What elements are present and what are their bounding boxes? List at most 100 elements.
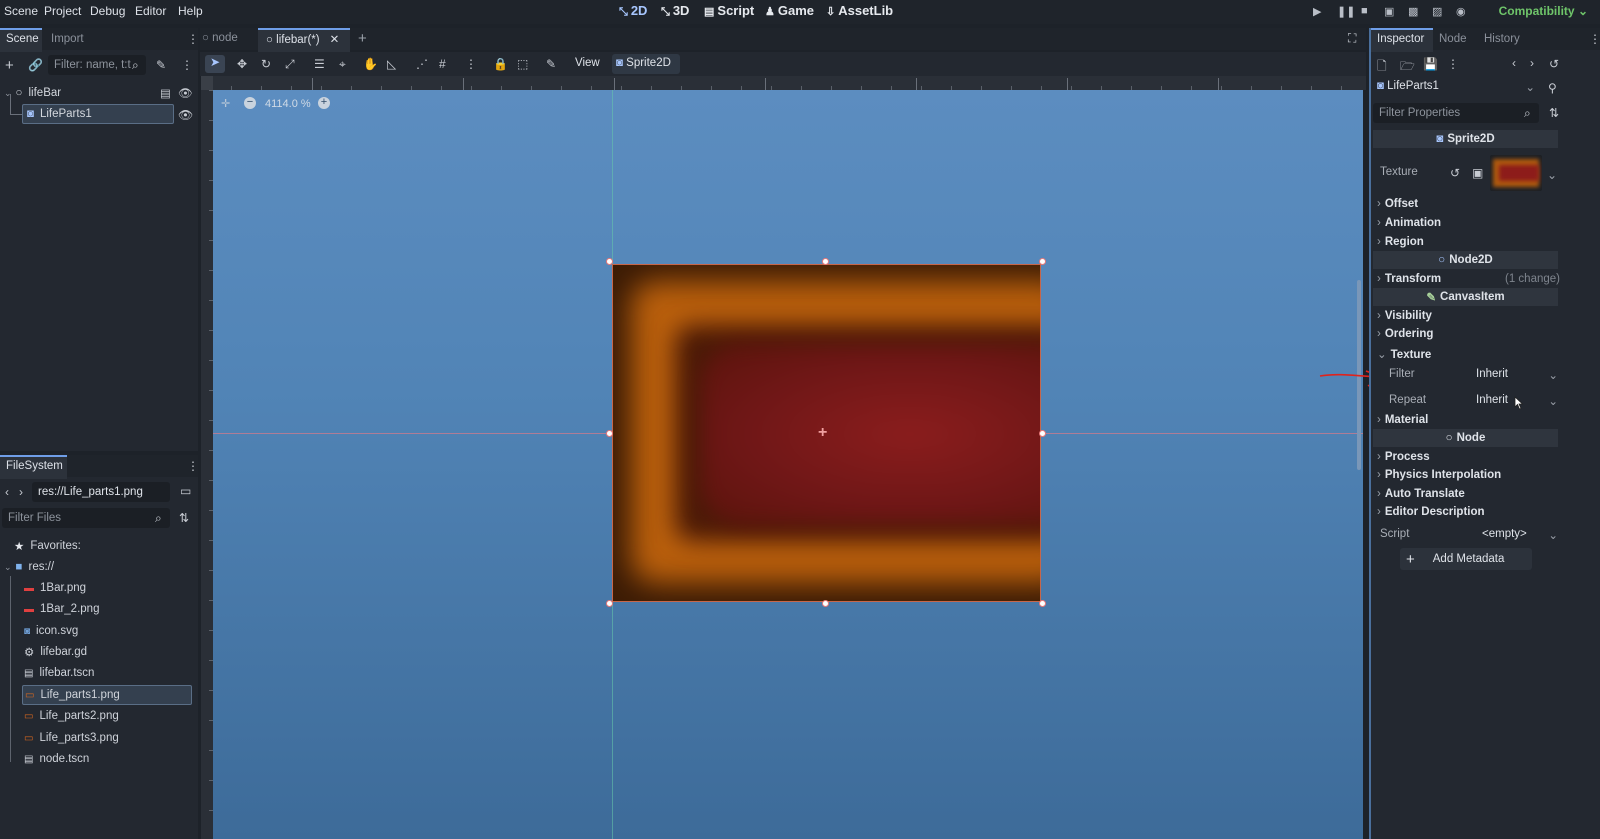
- resize-handle[interactable]: [1039, 430, 1046, 437]
- ruler-icon[interactable]: ◺: [387, 57, 396, 71]
- sort-icon[interactable]: ⇅: [179, 511, 189, 525]
- file-item[interactable]: ◙ icon.svg: [24, 621, 78, 641]
- group-icon[interactable]: ⬚: [517, 57, 528, 71]
- rotate-mode-icon[interactable]: ↻: [261, 57, 271, 71]
- forward-arrow-icon[interactable]: ›: [19, 485, 23, 499]
- pan-icon[interactable]: ✋: [363, 57, 378, 71]
- resize-handle[interactable]: [1039, 600, 1046, 607]
- group-offset[interactable]: › Offset: [1377, 198, 1418, 210]
- editor-tab-node[interactable]: ○ node: [202, 32, 238, 44]
- zoom-out-icon[interactable]: −: [244, 97, 256, 109]
- tree-item-lifebar[interactable]: ⌄ ○ lifeBar ▤ 👁: [4, 83, 194, 103]
- group-region[interactable]: › Region: [1377, 236, 1424, 248]
- play-icon[interactable]: ▶: [1313, 5, 1327, 19]
- group-auto-translate[interactable]: › Auto Translate: [1377, 488, 1465, 500]
- move-mode-icon[interactable]: ✥: [237, 57, 247, 71]
- zoom-level[interactable]: 4114.0 %: [265, 98, 311, 110]
- smart-snap-icon[interactable]: ⋰: [416, 57, 428, 71]
- center-view-icon[interactable]: ✛: [221, 97, 230, 110]
- back-arrow-icon[interactable]: ‹: [5, 485, 9, 499]
- bone-icon[interactable]: ✎: [546, 57, 556, 71]
- close-icon[interactable]: ✕: [330, 34, 340, 46]
- group-texture[interactable]: ⌄ Texture: [1377, 347, 1431, 361]
- tab-filesystem[interactable]: FileSystem: [6, 460, 63, 472]
- view-menu-button[interactable]: View: [575, 57, 600, 69]
- menu-debug[interactable]: Debug: [90, 4, 125, 18]
- script-attached-icon[interactable]: ▤: [160, 86, 171, 100]
- path-field[interactable]: res://Life_parts1.png: [32, 482, 170, 502]
- filter-files-input[interactable]: Filter Files: [2, 508, 170, 528]
- property-options-icon[interactable]: ⇅: [1549, 106, 1559, 120]
- sprite2d-menu-button[interactable]: ◙ Sprite2D: [612, 54, 680, 74]
- editor-tab-lifebar[interactable]: ○ lifebar(*) ✕: [266, 32, 339, 46]
- remote-debug-icon[interactable]: ▣: [1384, 5, 1398, 19]
- workspace-script-button[interactable]: ▤ Script: [704, 3, 754, 18]
- lock-icon[interactable]: 🔒: [493, 57, 508, 71]
- favorites-item[interactable]: ★ Favorites:: [14, 536, 81, 556]
- add-node-icon[interactable]: +: [5, 57, 14, 74]
- group-process[interactable]: › Process: [1377, 451, 1430, 463]
- history-back-icon[interactable]: ‹: [1512, 56, 1516, 70]
- group-visibility[interactable]: › Visibility: [1377, 310, 1432, 322]
- object-history-icon[interactable]: ↺: [1549, 57, 1559, 71]
- toggle-split-icon[interactable]: ▭: [180, 484, 191, 498]
- group-animation[interactable]: › Animation: [1377, 217, 1441, 229]
- object-selector[interactable]: ◙ LifeParts1 ⌄: [1373, 78, 1539, 98]
- zoom-in-icon[interactable]: +: [318, 97, 330, 109]
- section-node[interactable]: ○ Node: [1373, 429, 1558, 447]
- tab-scene[interactable]: Scene: [6, 33, 39, 45]
- section-canvasitem[interactable]: ✎ CanvasItem: [1373, 288, 1558, 306]
- workspace-game-button[interactable]: ♟ Game: [765, 3, 814, 18]
- res-root-item[interactable]: ⌄ ■ res://: [4, 557, 54, 577]
- group-physics-interpolation[interactable]: › Physics Interpolation: [1377, 469, 1501, 481]
- texture-edit-icon[interactable]: ▣: [1472, 166, 1483, 180]
- file-item[interactable]: ▬ 1Bar_2.png: [24, 599, 99, 619]
- file-item[interactable]: ▭ Life_parts2.png: [24, 706, 119, 726]
- play-custom-scene-icon[interactable]: ▨: [1432, 5, 1446, 19]
- tab-import[interactable]: Import: [51, 33, 84, 45]
- pause-icon[interactable]: ❚❚: [1337, 5, 1355, 19]
- texture-preview[interactable]: [1490, 155, 1542, 191]
- file-item[interactable]: ▤ node.tscn: [24, 749, 89, 769]
- group-editor-description[interactable]: › Editor Description: [1377, 506, 1485, 518]
- chevron-down-icon[interactable]: ⌄: [1547, 168, 1557, 182]
- save-resource-icon[interactable]: 💾: [1423, 57, 1438, 71]
- load-resource-icon[interactable]: 🗁: [1400, 57, 1415, 78]
- resize-handle[interactable]: [822, 258, 829, 265]
- workspace-2d-button[interactable]: ⤡ 2D: [619, 3, 647, 19]
- dock-menu-icon[interactable]: ⋮: [187, 32, 199, 46]
- menu-project[interactable]: Project: [44, 4, 81, 18]
- group-transform[interactable]: › Transform (1 change): [1377, 273, 1560, 285]
- resize-handle[interactable]: [1039, 258, 1046, 265]
- tab-history[interactable]: History: [1484, 33, 1520, 45]
- resize-handle[interactable]: [606, 258, 613, 265]
- add-tab-icon[interactable]: +: [358, 30, 367, 47]
- section-node2d[interactable]: ○ Node2D: [1373, 251, 1558, 269]
- attach-script-icon[interactable]: ✎: [156, 58, 166, 72]
- tab-node[interactable]: Node: [1439, 33, 1467, 45]
- list-select-icon[interactable]: ☰: [314, 57, 325, 71]
- workspace-3d-button[interactable]: ⤡ 3D: [661, 3, 689, 19]
- stop-icon[interactable]: ■: [1361, 5, 1375, 19]
- file-item[interactable]: ▭ Life_parts1.png: [22, 685, 192, 705]
- node-info-icon[interactable]: ⚲: [1548, 81, 1557, 95]
- filter-dropdown[interactable]: Inherit ⌄: [1472, 365, 1560, 385]
- pivot-icon[interactable]: ⌖: [339, 57, 346, 72]
- scale-mode-icon[interactable]: ⤢: [285, 57, 295, 72]
- resource-menu-icon[interactable]: ⋮: [1447, 57, 1459, 71]
- scene-options-icon[interactable]: ⋮: [181, 58, 193, 72]
- grid-snap-icon[interactable]: #: [439, 57, 446, 71]
- collapse-chevron-icon[interactable]: ⌄: [4, 562, 12, 573]
- group-ordering[interactable]: › Ordering: [1377, 328, 1433, 340]
- file-item[interactable]: ▤ lifebar.tscn: [24, 663, 94, 683]
- visibility-eye-icon[interactable]: 👁: [178, 108, 193, 122]
- tab-inspector[interactable]: Inspector: [1377, 33, 1424, 45]
- resize-handle[interactable]: [606, 600, 613, 607]
- new-resource-icon[interactable]: 🗋: [1377, 57, 1387, 78]
- dock-menu-icon[interactable]: ⋮: [1589, 32, 1600, 46]
- distraction-free-icon[interactable]: ⛶: [1348, 31, 1356, 46]
- workspace-assetlib-button[interactable]: ⇩ AssetLib: [826, 3, 893, 18]
- file-item[interactable]: ▭ Life_parts3.png: [24, 728, 119, 748]
- movie-maker-icon[interactable]: ◉: [1456, 5, 1470, 19]
- menu-help[interactable]: Help: [178, 4, 203, 18]
